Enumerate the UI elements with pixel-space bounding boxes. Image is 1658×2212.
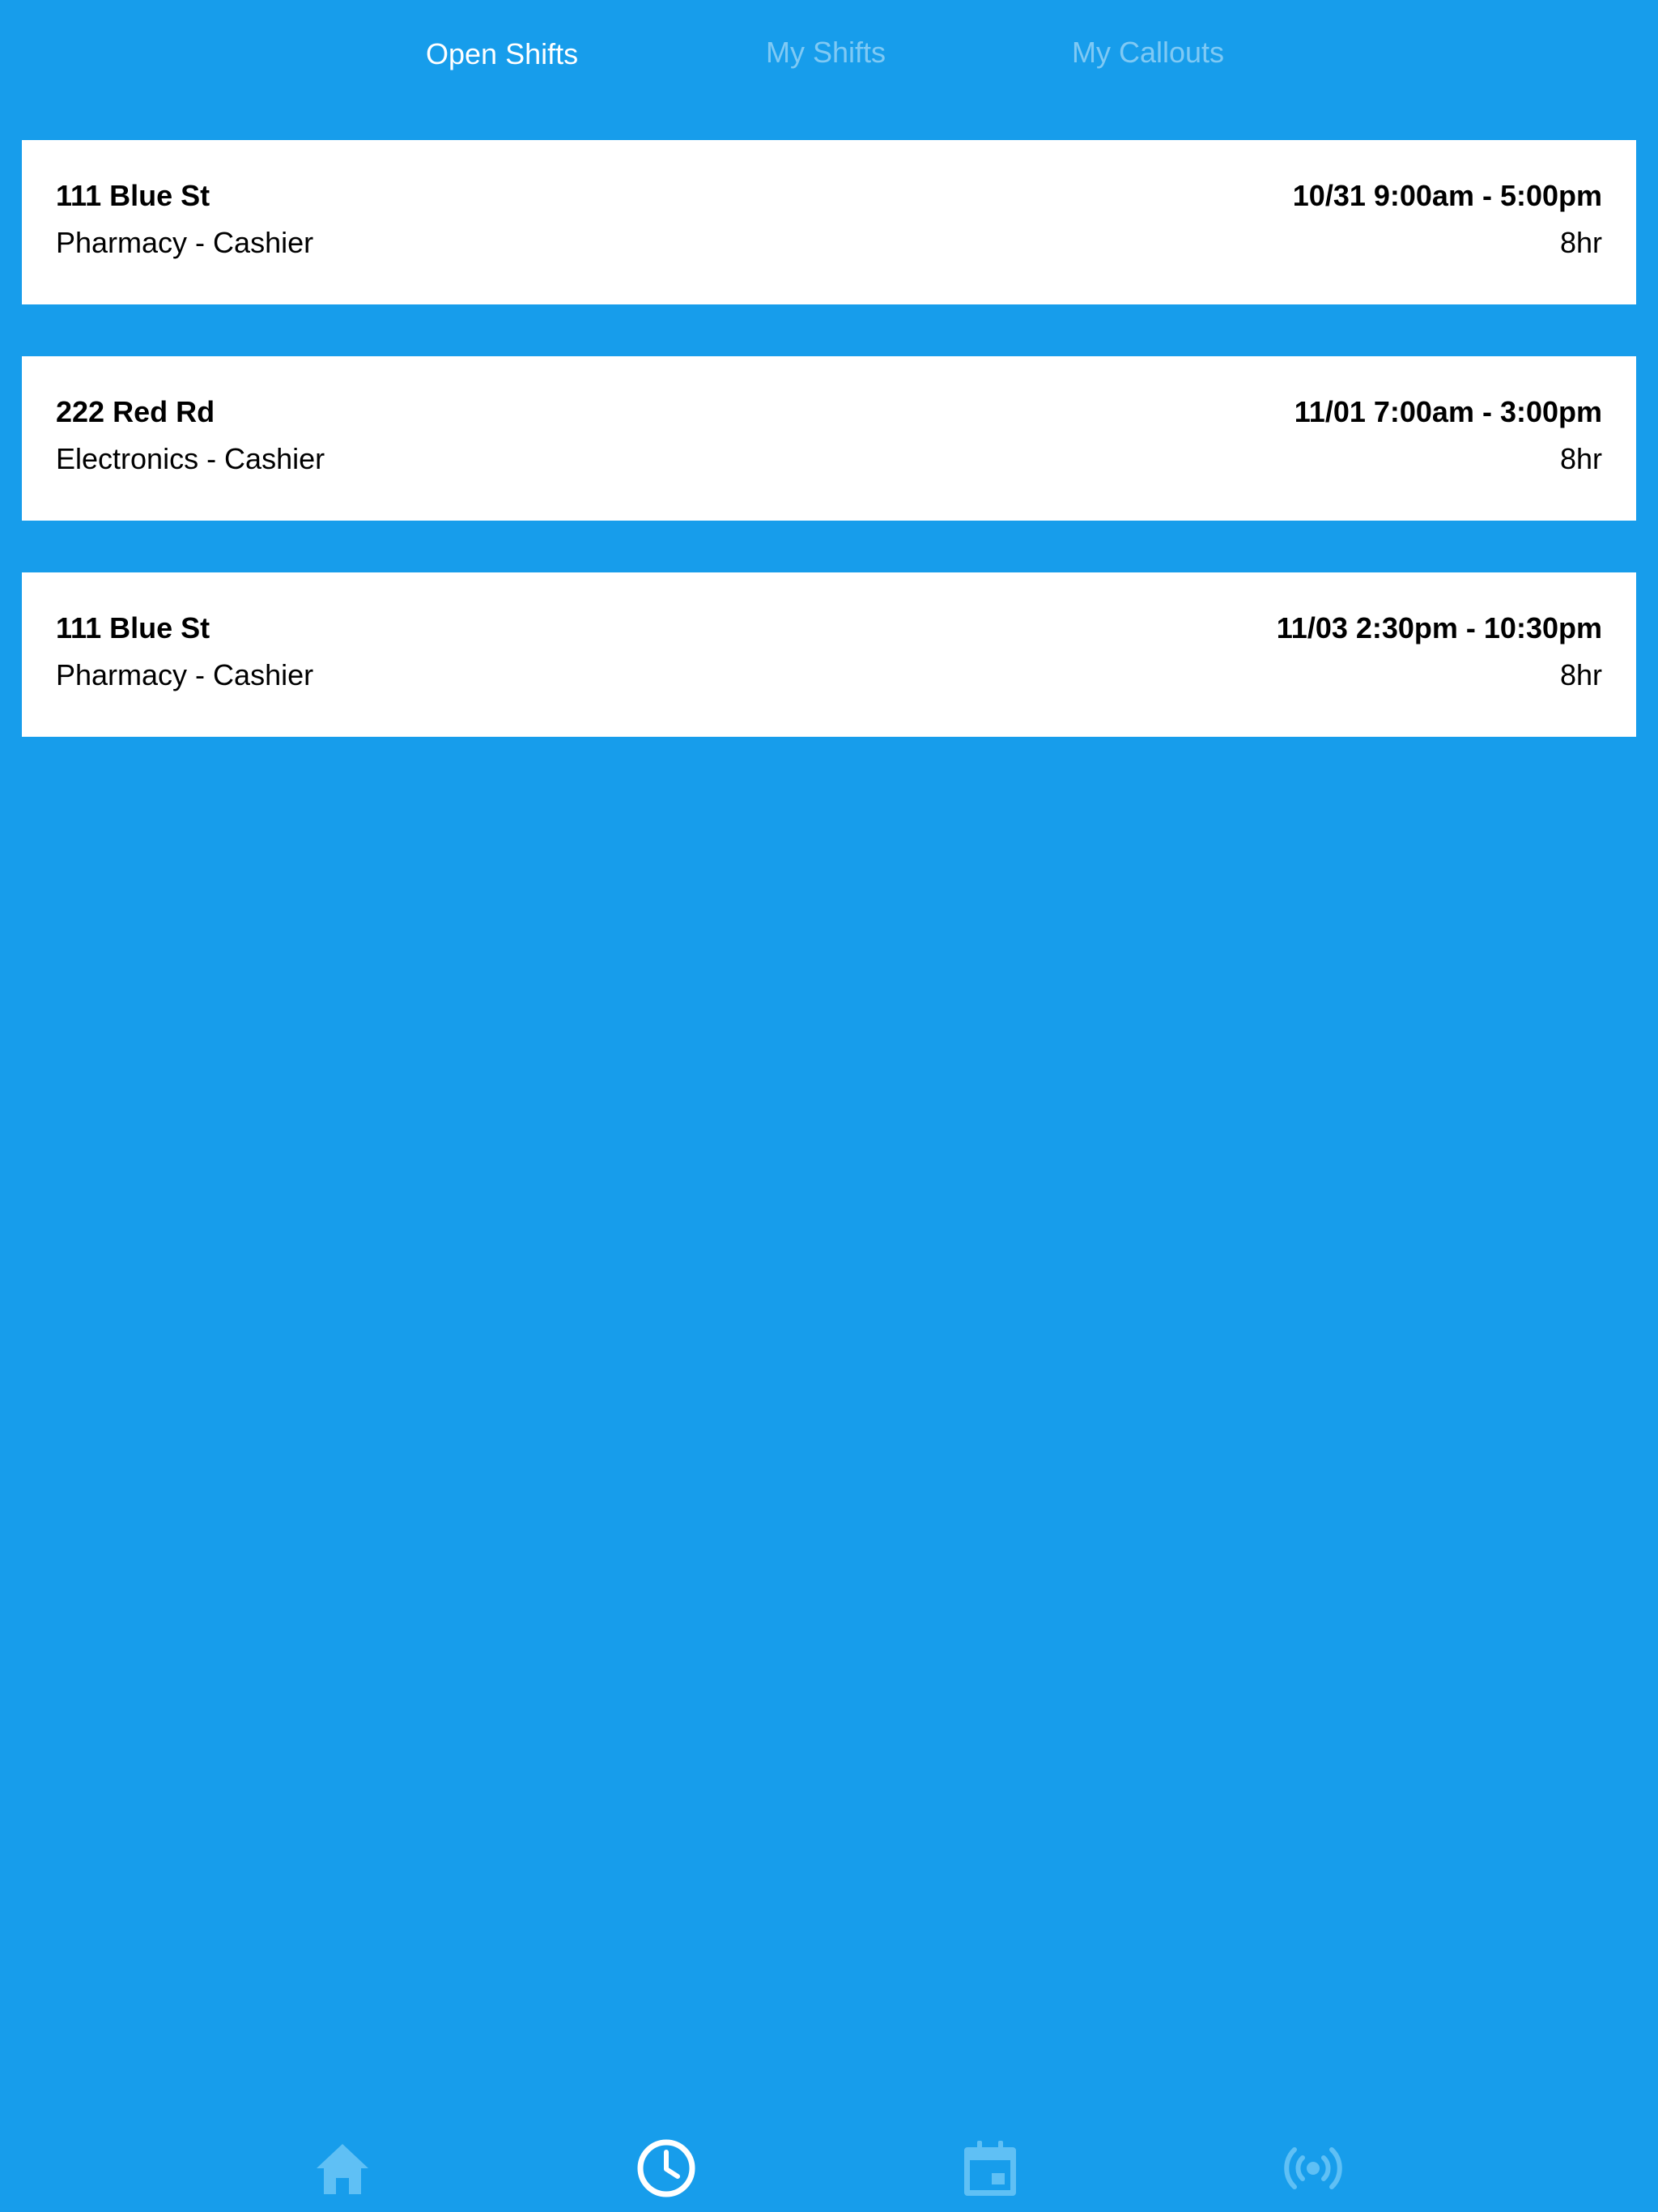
nav-broadcast-button[interactable] <box>1281 2136 1346 2201</box>
shift-location: 111 Blue St <box>56 179 210 212</box>
tab-my-shifts[interactable]: My Shifts <box>766 36 886 70</box>
tab-open-shifts[interactable]: Open Shifts <box>426 37 578 71</box>
shift-card[interactable]: 222 Red Rd Electronics - Cashier 11/01 7… <box>22 356 1636 521</box>
shift-location: 222 Red Rd <box>56 395 215 428</box>
shift-location: 111 Blue St <box>56 611 210 644</box>
shift-duration: 8hr <box>1559 658 1602 691</box>
app-root: Open Shifts My Shifts My Callouts 111 Bl… <box>0 0 1658 2212</box>
shift-card[interactable]: 111 Blue St Pharmacy - Cashier 10/31 9:0… <box>22 140 1636 304</box>
shift-datetime: 10/31 9:00am - 5:00pm <box>1292 179 1602 212</box>
shift-role: Pharmacy - Cashier <box>56 226 314 259</box>
home-icon <box>317 2144 368 2194</box>
nav-home-button[interactable] <box>310 2136 375 2201</box>
nav-clock-button[interactable] <box>634 2136 699 2201</box>
shift-list: 111 Blue St Pharmacy - Cashier 10/31 9:0… <box>22 140 1636 789</box>
calendar-icon <box>964 2141 1016 2196</box>
shift-duration: 8hr <box>1559 226 1602 259</box>
broadcast-icon <box>1284 2147 1342 2189</box>
shift-datetime: 11/03 2:30pm - 10:30pm <box>1276 611 1602 644</box>
nav-calendar-button[interactable] <box>958 2136 1022 2201</box>
shift-role: Pharmacy - Cashier <box>56 658 314 691</box>
shift-duration: 8hr <box>1559 442 1602 475</box>
shift-role: Electronics - Cashier <box>56 442 325 475</box>
top-tab-bar: Open Shifts My Shifts My Callouts <box>0 0 1658 113</box>
shift-datetime: 11/01 7:00am - 3:00pm <box>1294 395 1602 428</box>
bottom-nav-bar <box>0 2121 1658 2212</box>
shift-card[interactable]: 111 Blue St Pharmacy - Cashier 11/03 2:3… <box>22 572 1636 737</box>
tab-my-callouts[interactable]: My Callouts <box>1072 36 1224 70</box>
clock-icon <box>637 2139 695 2197</box>
